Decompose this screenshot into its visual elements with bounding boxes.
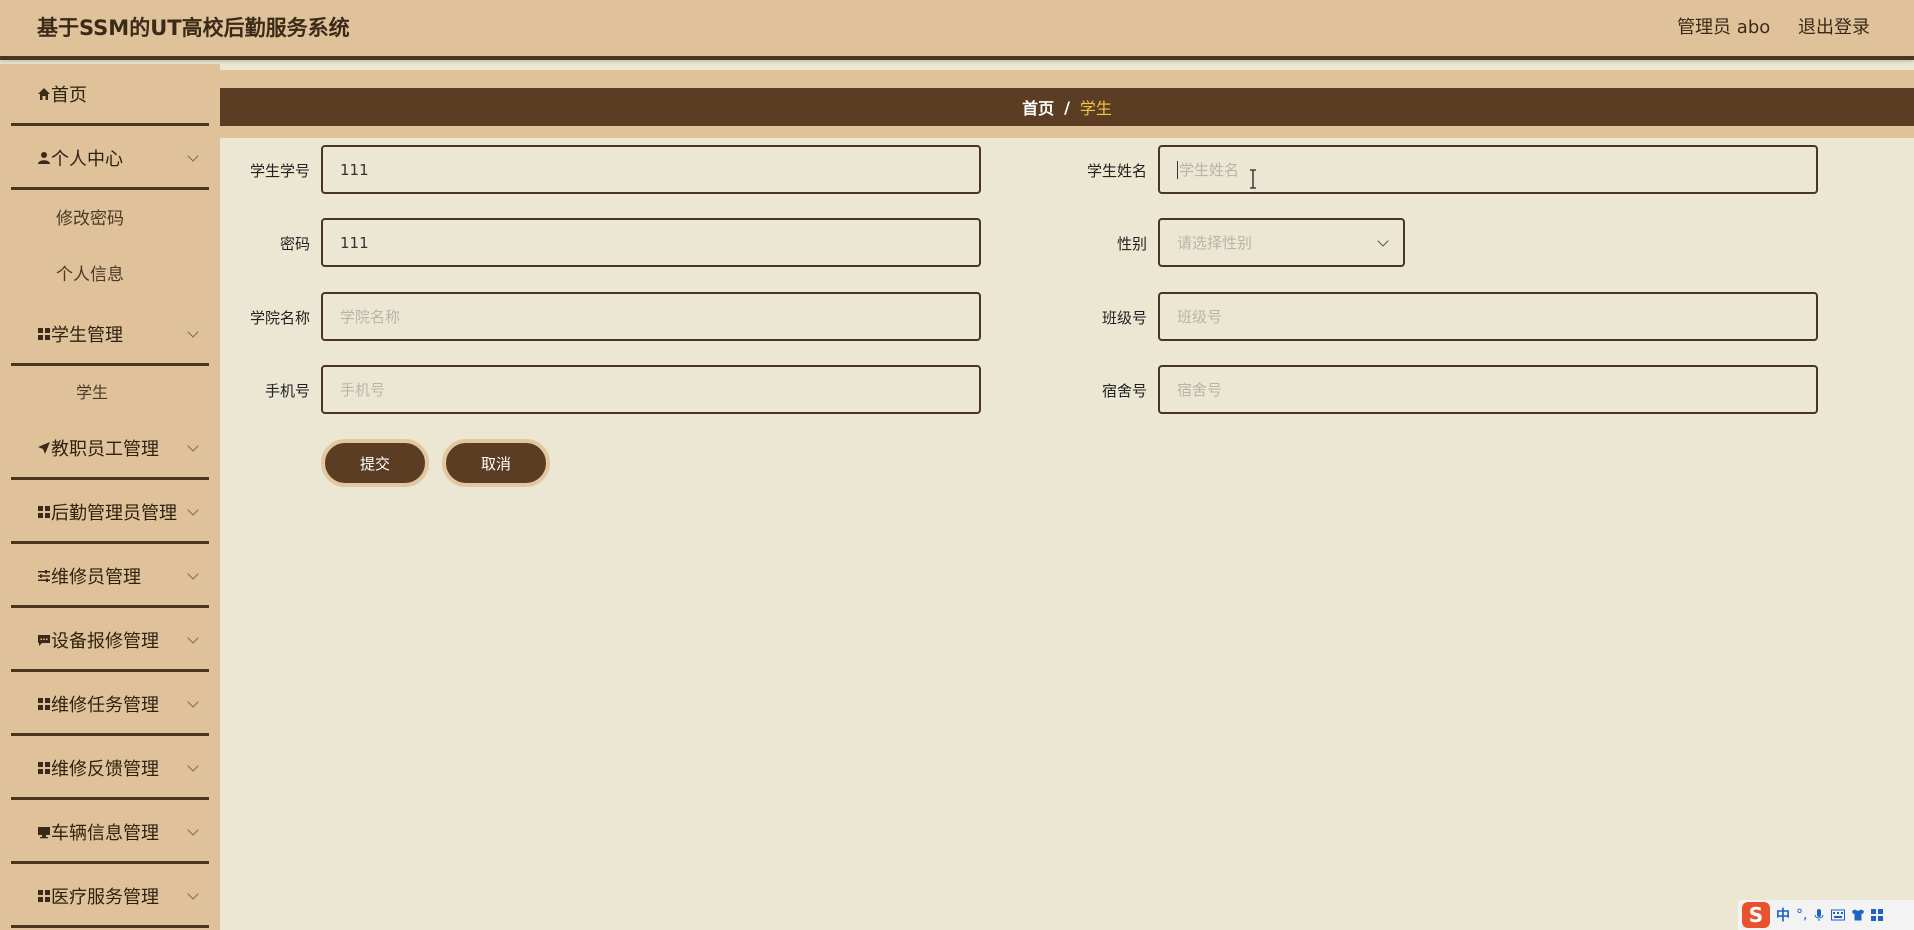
sidebar-item-label: 维修任务管理 — [51, 694, 159, 716]
ime-mode-toggle[interactable]: 中 — [1776, 905, 1790, 925]
logout-link[interactable]: 退出登录 — [1798, 17, 1870, 38]
skin-icon[interactable] — [1851, 909, 1865, 921]
header-user-area: 管理员 abo 退出登录 — [1655, 13, 1870, 39]
college-input[interactable]: 学院名称 — [321, 292, 981, 341]
breadcrumb: 首页 / 学生 — [220, 88, 1914, 126]
sidebar-item-medical-service-management[interactable]: 医疗服务管理 — [11, 866, 209, 928]
breadcrumb-current: 学生 — [1079, 99, 1112, 118]
password-input[interactable]: 111 — [321, 218, 981, 267]
sidebar-item-label: 个人中心 — [51, 148, 123, 170]
student-no-value: 111 — [340, 160, 369, 179]
chevron-down-icon — [187, 150, 199, 162]
chevron-down-icon — [1377, 235, 1389, 247]
main-content: 首页 / 学生 学生学号 111 学生姓名 学生姓名 密码 111 性别 请选择… — [220, 64, 1914, 930]
sliders-icon — [11, 569, 50, 583]
chevron-down-icon — [187, 632, 199, 644]
class-no-label: 班级号 — [1101, 309, 1147, 327]
sidebar-item-equipment-repair-management[interactable]: 设备报修管理 — [11, 610, 209, 672]
top-header: 基于SSM的UT高校后勤服务系统 管理员 abo 退出登录 — [0, 0, 1914, 60]
text-cursor-icon — [1250, 169, 1256, 189]
gender-select[interactable]: 请选择性别 — [1158, 218, 1405, 267]
breadcrumb-home[interactable]: 首页 — [1022, 95, 1054, 119]
grid-icon — [11, 505, 50, 519]
chevron-down-icon — [187, 440, 199, 452]
sidebar-item-label: 维修反馈管理 — [51, 758, 159, 780]
student-name-placeholder: 学生姓名 — [1179, 161, 1240, 179]
sidebar-item-repairer-management[interactable]: 维修员管理 — [11, 546, 209, 608]
grid-icon — [11, 697, 50, 711]
current-user-label: 管理员 abo — [1677, 17, 1771, 38]
app-title: 基于SSM的UT高校后勤服务系统 — [37, 16, 350, 40]
college-label: 学院名称 — [249, 309, 310, 327]
breadcrumb-band: 首页 / 学生 — [220, 70, 1914, 138]
breadcrumb-separator: / — [1064, 97, 1070, 117]
home-icon — [11, 87, 50, 101]
monitor-icon — [11, 825, 50, 839]
dorm-placeholder: 宿舍号 — [1177, 381, 1223, 399]
sidebar-item-label: 后勤管理员管理 — [51, 502, 177, 524]
phone-label: 手机号 — [264, 382, 310, 400]
sidebar-item-label: 医疗服务管理 — [51, 886, 159, 908]
toolbox-icon[interactable] — [1871, 909, 1884, 921]
microphone-icon[interactable] — [1813, 908, 1825, 922]
sidebar-item-label: 首页 — [51, 84, 87, 106]
sidebar-subitem-personal-info[interactable]: 个人信息 — [56, 260, 124, 285]
sidebar-item-staff-management[interactable]: 教职员工管理 — [11, 418, 209, 480]
chevron-down-icon — [187, 568, 199, 580]
student-no-input[interactable]: 111 — [321, 145, 981, 194]
college-placeholder: 学院名称 — [340, 308, 401, 326]
dorm-input[interactable]: 宿舍号 — [1158, 365, 1818, 414]
ime-toolbar: S 中 °, — [1738, 900, 1914, 930]
phone-input[interactable]: 手机号 — [321, 365, 981, 414]
text-caret — [1177, 160, 1178, 179]
sidebar-item-personal-center[interactable]: 个人中心 — [11, 128, 209, 190]
dorm-label: 宿舍号 — [1101, 382, 1147, 400]
cancel-button[interactable]: 取消 — [442, 439, 550, 487]
gender-label: 性别 — [1116, 235, 1147, 253]
chat-icon — [11, 633, 50, 647]
sidebar-item-repair-task-management[interactable]: 维修任务管理 — [11, 674, 209, 736]
student-name-label: 学生姓名 — [1086, 162, 1147, 180]
password-label: 密码 — [279, 235, 310, 253]
sidebar: 首页 个人中心 修改密码 个人信息 学生管理 学生 教职员工管理 后勤管理员管理 — [0, 64, 220, 930]
sidebar-item-home[interactable]: 首页 — [11, 64, 209, 126]
keyboard-icon[interactable] — [1831, 909, 1846, 921]
chevron-down-icon — [187, 824, 199, 836]
chevron-down-icon — [187, 326, 199, 338]
class-no-placeholder: 班级号 — [1177, 308, 1223, 326]
sidebar-item-label: 学生管理 — [51, 324, 123, 346]
sidebar-item-label: 车辆信息管理 — [51, 822, 159, 844]
sidebar-subitem-change-password[interactable]: 修改密码 — [56, 204, 124, 229]
phone-placeholder: 手机号 — [340, 381, 386, 399]
grid-icon — [11, 889, 50, 903]
user-icon — [11, 151, 50, 165]
sidebar-item-repair-feedback-management[interactable]: 维修反馈管理 — [11, 738, 209, 800]
password-value: 111 — [340, 233, 369, 252]
sidebar-item-logistics-admin-management[interactable]: 后勤管理员管理 — [11, 482, 209, 544]
ime-logo-icon[interactable]: S — [1742, 902, 1770, 928]
chevron-down-icon — [187, 888, 199, 900]
sidebar-item-label: 设备报修管理 — [51, 630, 159, 652]
grid-icon — [11, 761, 50, 775]
student-no-label: 学生学号 — [249, 162, 310, 180]
grid-icon — [11, 327, 50, 341]
punctuation-icon[interactable]: °, — [1796, 907, 1807, 923]
sidebar-item-label: 维修员管理 — [51, 566, 141, 588]
chevron-down-icon — [187, 696, 199, 708]
class-no-input[interactable]: 班级号 — [1158, 292, 1818, 341]
chevron-down-icon — [187, 504, 199, 516]
sidebar-subitem-student[interactable]: 学生 — [76, 379, 108, 403]
send-icon — [11, 441, 50, 455]
sidebar-item-student-management[interactable]: 学生管理 — [11, 304, 209, 366]
gender-placeholder: 请选择性别 — [1177, 234, 1253, 252]
sidebar-item-vehicle-info-management[interactable]: 车辆信息管理 — [11, 802, 209, 864]
sidebar-item-label: 教职员工管理 — [51, 438, 159, 460]
submit-button[interactable]: 提交 — [321, 439, 429, 487]
chevron-down-icon — [187, 760, 199, 772]
